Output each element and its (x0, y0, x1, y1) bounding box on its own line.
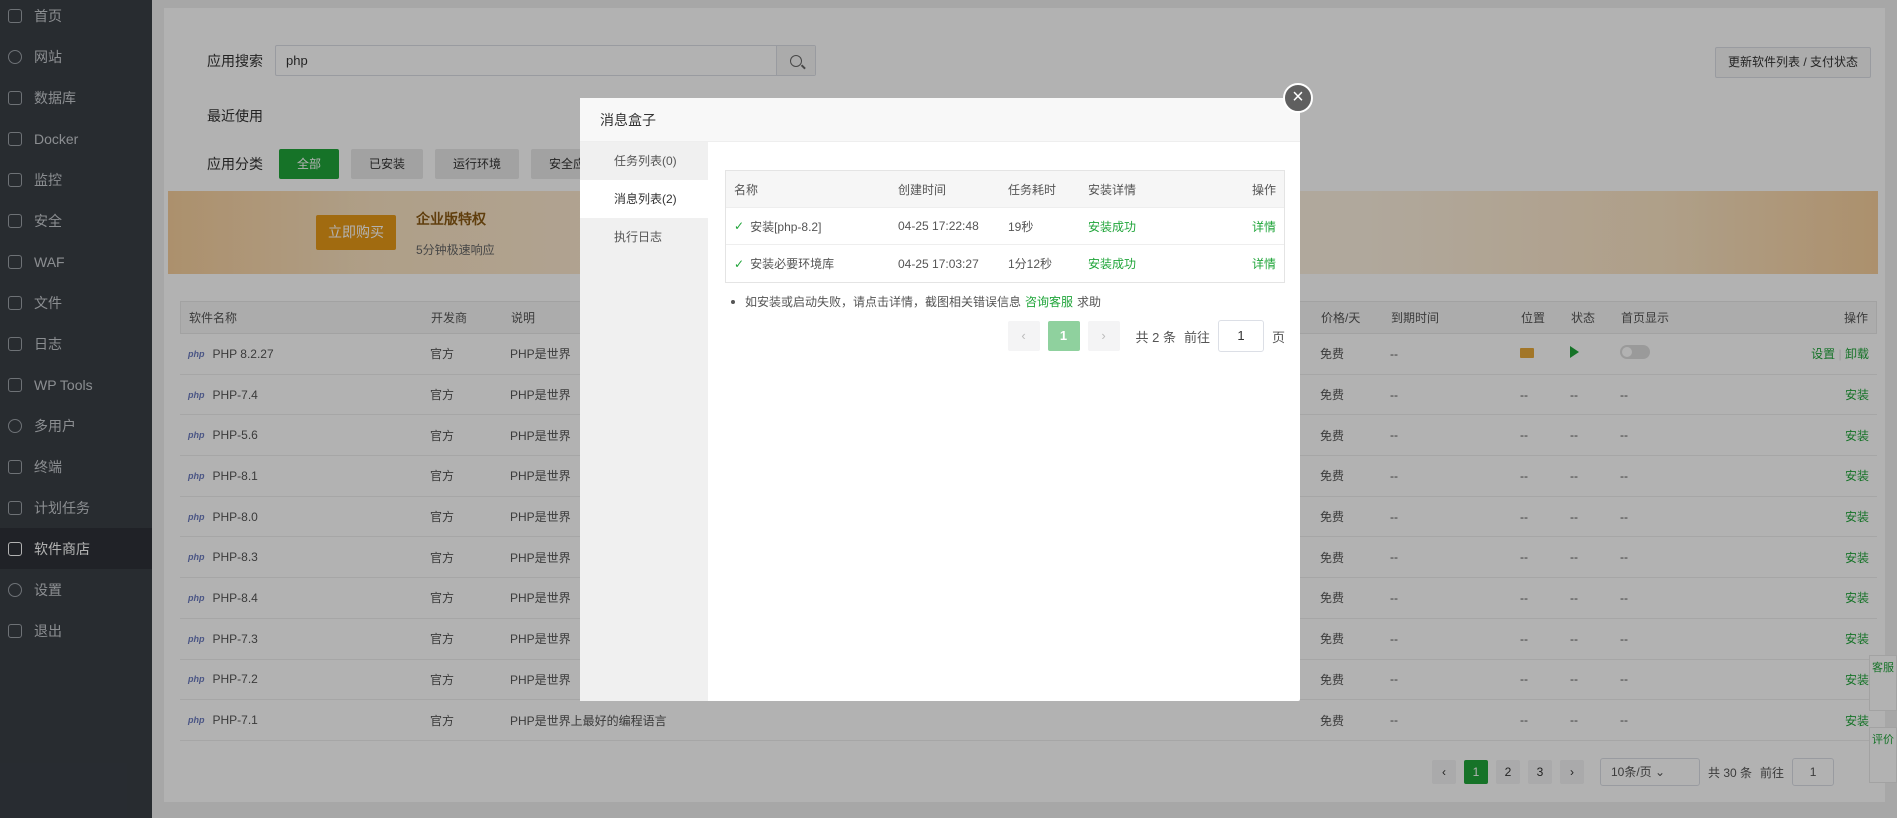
bullet-icon (731, 299, 735, 304)
message-total: 共 2 条 (1135, 329, 1176, 345)
message-row: ✓ 安装必要环境库 04-25 17:03:27 1分12秒 安装成功 详情 (726, 245, 1284, 282)
message-time: 04-25 17:22:48 (898, 219, 979, 233)
message-detail-link[interactable]: 详情 (1208, 255, 1284, 272)
help-tip: 如安装或启动失败，请点击详情，截图相关错误信息 咨询客服 求助 (725, 293, 1285, 310)
message-content: 名称 创建时间 任务耗时 安装详情 操作 ✓ 安装[php-8.2] 04-25 … (725, 170, 1285, 352)
close-dialog-button[interactable]: × (1283, 83, 1313, 113)
mcol-name: 名称 (734, 182, 759, 197)
dialog-title: 消息盒子 (580, 98, 1300, 142)
next-page-button[interactable]: › (1087, 321, 1120, 351)
message-detail: 安装成功 (1088, 257, 1137, 271)
message-name: 安装[php-8.2] (750, 219, 822, 234)
check-icon: ✓ (734, 256, 745, 271)
message-goto-label: 前往 (1183, 329, 1210, 345)
message-goto-input[interactable]: 1 (1217, 320, 1264, 352)
message-detail: 安装成功 (1088, 219, 1137, 234)
message-time: 04-25 17:03:27 (898, 256, 979, 271)
message-cost: 1分12秒 (1008, 257, 1053, 271)
message-pager: ‹ 1 › 共 2 条 前往 1 页 (1007, 320, 1285, 352)
close-icon: × (1292, 86, 1304, 108)
mcol-cost: 任务耗时 (1008, 182, 1057, 197)
message-box-dialog: 消息盒子 任务列表(0) 消息列表(2) 执行日志 名称 创建时间 任务耗时 安… (580, 98, 1300, 701)
check-icon: ✓ (734, 219, 745, 233)
message-table-header: 名称 创建时间 任务耗时 安装详情 操作 (726, 171, 1284, 208)
tab-task-list[interactable]: 任务列表(0) (580, 142, 708, 180)
message-row: ✓ 安装[php-8.2] 04-25 17:22:48 19秒 安装成功 详情 (726, 208, 1284, 245)
mcol-detail: 安装详情 (1088, 182, 1137, 197)
page-1[interactable]: 1 (1047, 321, 1080, 351)
tip-text: 如安装或启动失败，请点击详情，截图相关错误信息 (745, 295, 1022, 309)
message-name: 安装必要环境库 (750, 257, 835, 271)
dialog-tabs: 任务列表(0) 消息列表(2) 执行日志 (580, 142, 708, 701)
contact-support-link[interactable]: 咨询客服 (1025, 293, 1073, 310)
message-cost: 19秒 (1008, 219, 1034, 234)
tip-end: 求助 (1077, 295, 1102, 309)
mcol-time: 创建时间 (898, 182, 947, 197)
prev-page-button[interactable]: ‹ (1007, 321, 1040, 351)
tab-message-list[interactable]: 消息列表(2) (580, 180, 708, 218)
mcol-op: 操作 (1251, 182, 1276, 197)
message-page-unit: 页 (1271, 329, 1285, 345)
message-table: 名称 创建时间 任务耗时 安装详情 操作 ✓ 安装[php-8.2] 04-25 … (725, 170, 1285, 283)
message-detail-link[interactable]: 详情 (1208, 218, 1284, 235)
tab-exec-log[interactable]: 执行日志 (580, 218, 708, 256)
